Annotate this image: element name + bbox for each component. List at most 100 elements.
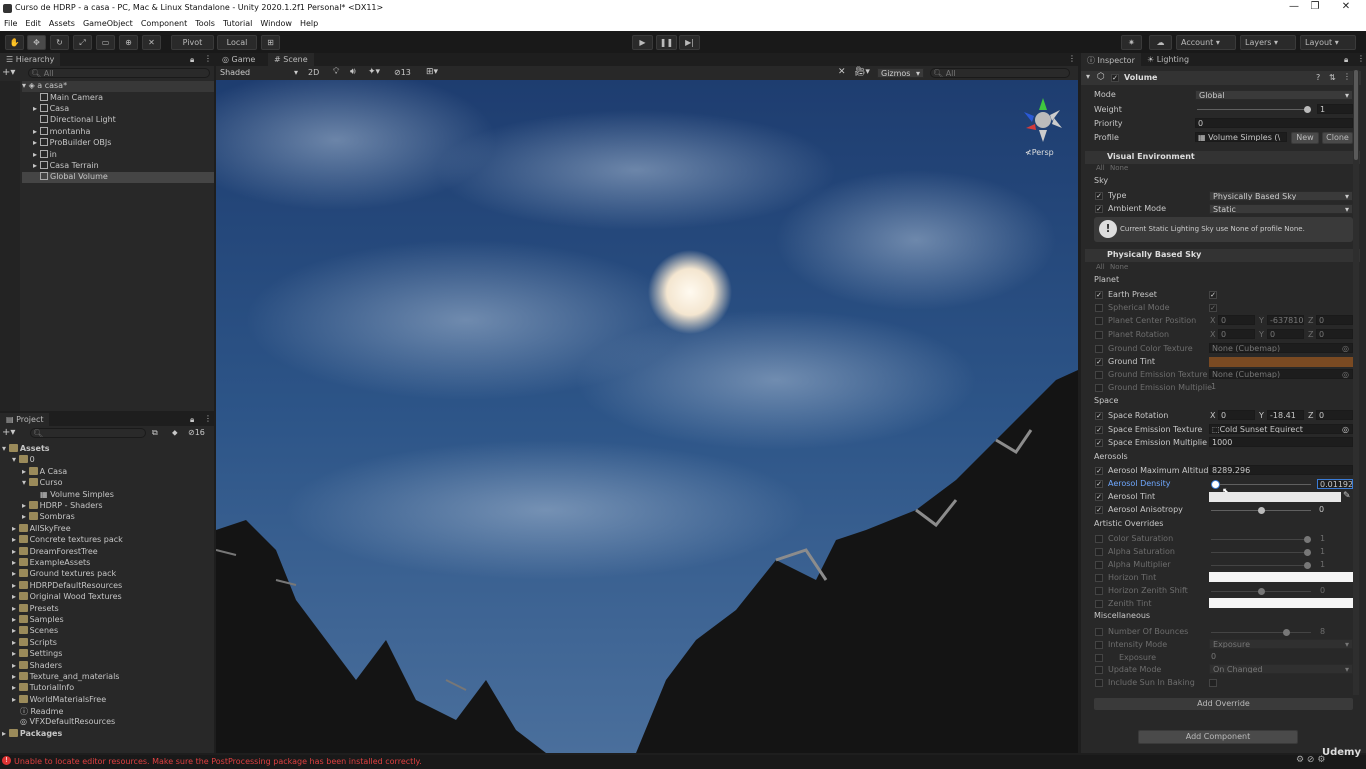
spherical-override-checkbox[interactable] — [1095, 304, 1103, 312]
project-folder[interactable]: ▸ Scenes — [12, 626, 58, 637]
component-enabled-checkbox[interactable]: ✓ — [1111, 74, 1119, 82]
menu-component[interactable]: Component — [137, 17, 191, 31]
scene-viewport[interactable]: ≮Persp — [216, 80, 1078, 753]
account-dropdown[interactable]: Account ▾ — [1176, 35, 1236, 50]
help-icon[interactable]: ? — [1316, 73, 1320, 82]
weight-slider[interactable] — [1197, 106, 1311, 113]
tab-inspector[interactable]: ⓘ Inspector — [1081, 53, 1141, 66]
priority-field[interactable]: 0 — [1195, 118, 1353, 128]
project-asset-readme[interactable]: ⓘ Readme — [20, 706, 63, 717]
aerosol-altitude-field[interactable]: 8289.296 — [1209, 465, 1353, 475]
project-folder[interactable]: ▸ Settings — [12, 649, 62, 660]
preset-icon[interactable]: ⇅ — [1329, 73, 1336, 82]
intensity-mode-override-checkbox[interactable] — [1095, 641, 1103, 649]
scrollbar-thumb[interactable] — [1354, 70, 1358, 160]
scene-root-row[interactable]: ▾ ◈ a casa* — [22, 81, 214, 92]
hierarchy-item-directional-light[interactable]: Directional Light — [40, 115, 116, 126]
hierarchy-item-casa-terrain[interactable]: ▸ Casa Terrain — [33, 161, 99, 172]
menu-edit[interactable]: Edit — [21, 17, 45, 31]
horizon-tint-override-checkbox[interactable] — [1095, 574, 1103, 582]
number-of-bounces-value[interactable]: 8 — [1320, 627, 1325, 636]
space-emission-mul-override-checkbox[interactable]: ✓ — [1095, 439, 1103, 447]
color-saturation-slider[interactable] — [1211, 536, 1311, 543]
add-override-button[interactable]: Add Override — [1094, 698, 1353, 710]
update-mode-override-checkbox[interactable] — [1095, 666, 1103, 674]
gizmos-dropdown[interactable]: Gizmos — [877, 68, 924, 78]
rotate-tool-icon[interactable]: ↻ — [50, 35, 69, 50]
object-picker-icon[interactable]: ◎ — [1342, 344, 1349, 352]
space-emission-texture-field[interactable]: ⬚Cold Sunset Equirect ◎ — [1209, 424, 1353, 434]
horizon-zenith-shift-value[interactable]: 0 — [1320, 586, 1325, 595]
planet-rotation-x-field[interactable]: 0 — [1218, 329, 1255, 339]
zenith-tint-color-field[interactable] — [1209, 598, 1353, 608]
slider-knob[interactable] — [1283, 629, 1290, 636]
horizon-zenith-shift-slider[interactable] — [1211, 588, 1311, 595]
kebab-menu-icon[interactable]: ⋮ — [1357, 54, 1365, 63]
cloud-icon[interactable]: ☁ — [1149, 35, 1172, 50]
filter-label-icon[interactable]: ⬥ — [172, 428, 178, 438]
aerosol-density-field[interactable]: 0.01192 — [1317, 479, 1353, 489]
play-icon[interactable]: ▶ — [632, 35, 653, 50]
grid-snap-icon[interactable]: ⊞ — [261, 35, 280, 50]
hidden-objects-toggle[interactable]: ⊘13 — [394, 68, 411, 77]
intensity-mode-dropdown[interactable]: Exposure — [1209, 639, 1353, 649]
shading-mode-dropdown[interactable]: Shaded — [217, 68, 301, 78]
project-folder-curso[interactable]: ▾ Curso — [22, 478, 63, 489]
planet-center-z-field[interactable]: 0 — [1316, 315, 1353, 325]
ambient-override-checkbox[interactable]: ✓ — [1095, 205, 1103, 213]
tab-scene[interactable]: # Scene — [268, 53, 314, 66]
menu-file[interactable]: File — [0, 17, 21, 31]
alpha-multiplier-value[interactable]: 1 — [1320, 560, 1325, 569]
project-folder[interactable]: ▸ WorldMaterialsFree — [12, 695, 106, 706]
kebab-menu-icon[interactable]: ⋮ — [204, 414, 212, 423]
alpha-mul-override-checkbox[interactable] — [1095, 561, 1103, 569]
project-folder[interactable]: ▸ Scripts — [12, 638, 57, 649]
color-sat-override-checkbox[interactable] — [1095, 535, 1103, 543]
kebab-menu-icon[interactable]: ⋮ — [204, 54, 212, 63]
earth-preset-override-checkbox[interactable]: ✓ — [1095, 291, 1103, 299]
transform-tool-icon[interactable]: ⊕ — [119, 35, 138, 50]
step-icon[interactable]: ▶| — [679, 35, 700, 50]
alpha-multiplier-slider[interactable] — [1211, 562, 1311, 569]
kebab-menu-icon[interactable]: ⋮ — [1068, 54, 1076, 63]
ground-color-tex-override-checkbox[interactable] — [1095, 345, 1103, 353]
color-saturation-value[interactable]: 1 — [1320, 534, 1325, 543]
pivot-button[interactable]: Pivot — [171, 35, 214, 50]
planet-rotation-override-checkbox[interactable] — [1095, 331, 1103, 339]
audio-toggle-icon[interactable]: 🔊︎ — [350, 67, 356, 77]
add-component-button[interactable]: Add Component — [1138, 730, 1298, 744]
planet-center-x-field[interactable]: 0 — [1218, 315, 1255, 325]
zenith-tint-override-checkbox[interactable] — [1095, 600, 1103, 608]
planet-center-override-checkbox[interactable] — [1095, 317, 1103, 325]
aerosol-anisotropy-slider[interactable] — [1211, 507, 1311, 514]
camera-dropdown-icon[interactable]: 🎥︎▾ — [854, 67, 870, 77]
project-folder-sombras[interactable]: ▸ Sombras — [22, 512, 75, 523]
project-folder[interactable]: ▸ ExampleAssets — [12, 558, 90, 569]
aerosol-tint-override-checkbox[interactable]: ✓ — [1095, 493, 1103, 501]
collab-icon[interactable]: ✷ — [1121, 35, 1142, 50]
planet-center-y-field[interactable]: -637810 — [1267, 315, 1304, 325]
include-sun-in-baking-checkbox[interactable] — [1209, 679, 1217, 687]
object-picker-icon[interactable]: ◎ — [1342, 425, 1349, 433]
effects-dropdown-icon[interactable]: ✦▾ — [368, 67, 380, 77]
project-search-input[interactable]: 🔍︎ — [30, 428, 146, 438]
slider-knob[interactable] — [1304, 562, 1311, 569]
project-folder[interactable]: ▸ Samples — [12, 615, 64, 626]
menu-assets[interactable]: Assets — [45, 17, 79, 31]
lighting-toggle-icon[interactable]: 💡︎ — [333, 67, 339, 77]
create-plus-icon[interactable]: +▾ — [2, 427, 15, 438]
slider-knob[interactable] — [1258, 507, 1265, 514]
none-link[interactable]: None — [1110, 164, 1128, 172]
aerosol-anisotropy-field[interactable]: 0 — [1317, 505, 1353, 515]
space-rotation-override-checkbox[interactable]: ✓ — [1095, 412, 1103, 420]
aerosol-anisotropy-override-checkbox[interactable]: ✓ — [1095, 506, 1103, 514]
grid-toggle-icon[interactable]: ⊞▾ — [426, 67, 438, 77]
space-rotation-y-field[interactable]: -18.41 — [1267, 410, 1304, 420]
alpha-saturation-slider[interactable] — [1211, 549, 1311, 556]
visibility-gutter[interactable] — [0, 81, 20, 411]
slider-knob[interactable] — [1258, 588, 1265, 595]
eyedropper-icon[interactable]: ✎ — [1343, 491, 1351, 501]
layout-dropdown[interactable]: Layout ▾ — [1300, 35, 1356, 50]
update-mode-dropdown[interactable]: On Changed — [1209, 664, 1353, 674]
ground-emission-tex-override-checkbox[interactable] — [1095, 371, 1103, 379]
